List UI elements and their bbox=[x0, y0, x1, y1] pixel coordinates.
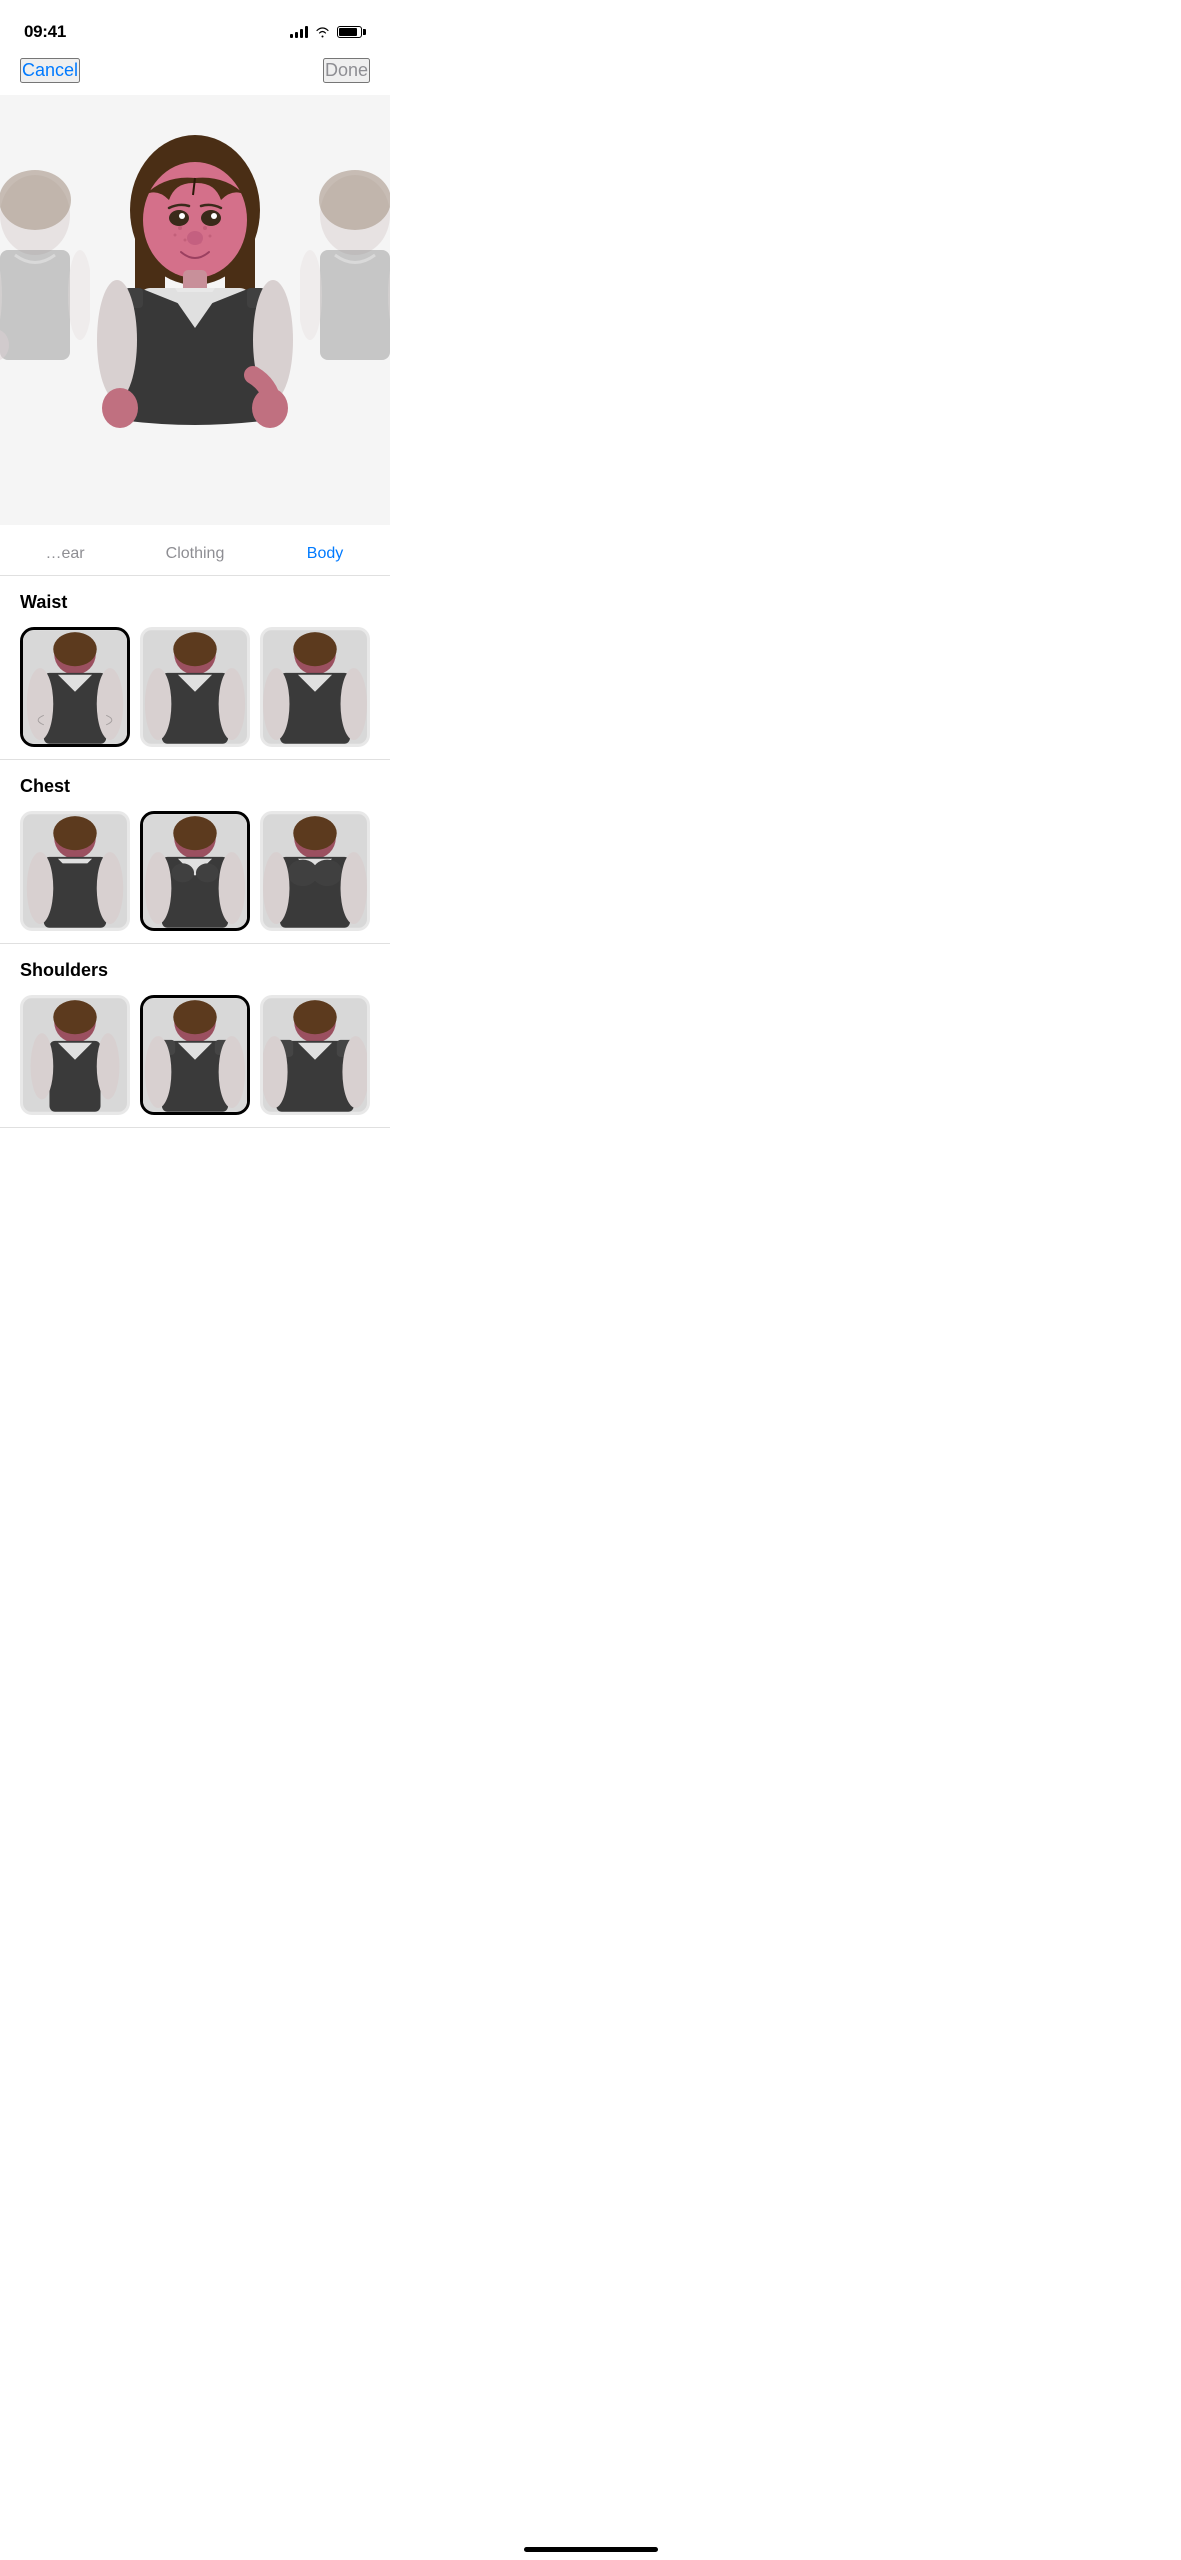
avatar-main bbox=[85, 100, 305, 520]
waist-option-1[interactable] bbox=[20, 627, 130, 747]
signal-icon bbox=[290, 26, 308, 38]
tab-clothing[interactable]: Clothing bbox=[130, 537, 260, 575]
done-button[interactable]: Done bbox=[323, 58, 370, 83]
body-options-content: Waist bbox=[0, 576, 390, 1168]
chest-options-grid bbox=[20, 811, 370, 931]
waist-title: Waist bbox=[20, 592, 370, 613]
shoulders-option-3[interactable] bbox=[260, 995, 370, 1115]
shoulders-option-2[interactable] bbox=[140, 995, 250, 1115]
navigation-bar: Cancel Done bbox=[0, 50, 390, 95]
chest-option-2[interactable] bbox=[140, 811, 250, 931]
waist-options-grid bbox=[20, 627, 370, 747]
tab-body[interactable]: Body bbox=[260, 537, 390, 575]
shoulders-options-grid bbox=[20, 995, 370, 1115]
status-icons bbox=[290, 26, 366, 38]
status-time: 09:41 bbox=[24, 22, 66, 42]
waist-option-2[interactable] bbox=[140, 627, 250, 747]
avatar-preview bbox=[0, 95, 390, 525]
wifi-icon bbox=[314, 26, 331, 38]
cancel-button[interactable]: Cancel bbox=[20, 58, 80, 83]
status-bar: 09:41 bbox=[0, 0, 390, 50]
tab-selector: …ear Clothing Body bbox=[0, 525, 390, 576]
waist-option-3[interactable] bbox=[260, 627, 370, 747]
shoulders-option-1[interactable] bbox=[20, 995, 130, 1115]
chest-option-1[interactable] bbox=[20, 811, 130, 931]
shoulders-section: Shoulders bbox=[0, 944, 390, 1128]
avatar-side-left bbox=[0, 135, 90, 485]
avatar-side-right bbox=[300, 135, 390, 485]
tab-headwear[interactable]: …ear bbox=[0, 537, 130, 575]
battery-icon bbox=[337, 26, 366, 38]
waist-section: Waist bbox=[0, 576, 390, 760]
chest-title: Chest bbox=[20, 776, 370, 797]
home-indicator bbox=[524, 2547, 658, 2552]
chest-section: Chest bbox=[0, 760, 390, 944]
shoulders-title: Shoulders bbox=[20, 960, 370, 981]
chest-option-3[interactable] bbox=[260, 811, 370, 931]
